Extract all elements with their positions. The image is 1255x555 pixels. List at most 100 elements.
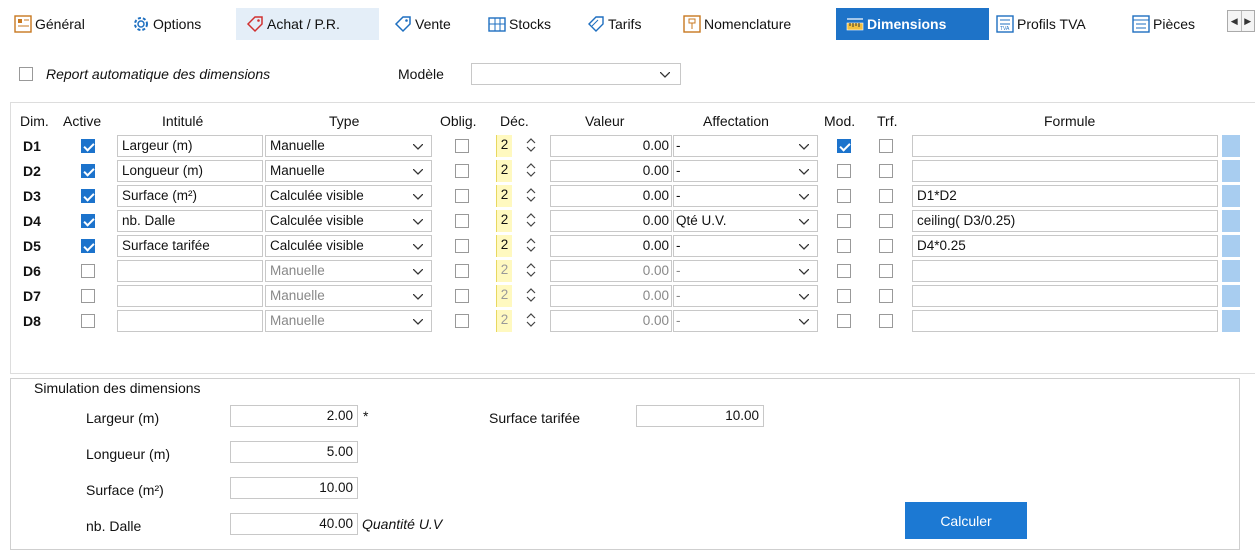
row-intitule-input[interactable] xyxy=(117,310,263,332)
row-type-select[interactable]: Manuelle xyxy=(265,310,432,332)
tab-achat[interactable]: Achat / P.R. xyxy=(236,8,379,40)
sim-nbdalle-input[interactable]: 40.00 xyxy=(230,513,358,535)
row-oblig-checkbox[interactable] xyxy=(455,239,469,253)
row-decimals-value[interactable]: 2 xyxy=(496,260,512,282)
row-affectation-select[interactable]: - xyxy=(673,260,818,282)
row-formule-edit-button[interactable] xyxy=(1222,260,1240,282)
row-formule-edit-button[interactable] xyxy=(1222,210,1240,232)
row-intitule-input[interactable]: Surface tarifée xyxy=(117,235,263,257)
row-valeur-input[interactable]: 0.00 xyxy=(550,310,672,332)
row-type-select[interactable]: Calculée visible xyxy=(265,210,432,232)
row-affectation-select[interactable]: - xyxy=(673,285,818,307)
row-trf-checkbox[interactable] xyxy=(879,139,893,153)
row-formule-edit-button[interactable] xyxy=(1222,285,1240,307)
row-oblig-checkbox[interactable] xyxy=(455,289,469,303)
row-formule-edit-button[interactable] xyxy=(1222,185,1240,207)
row-mod-checkbox[interactable] xyxy=(837,239,851,253)
row-formule-edit-button[interactable] xyxy=(1222,160,1240,182)
row-formule-edit-button[interactable] xyxy=(1222,235,1240,257)
row-decimals-value[interactable]: 2 xyxy=(496,210,512,232)
row-oblig-checkbox[interactable] xyxy=(455,164,469,178)
sim-largeur-input[interactable]: 2.00 xyxy=(230,405,358,427)
row-formule-input[interactable] xyxy=(912,160,1218,182)
modele-select[interactable] xyxy=(471,63,681,85)
calculer-button[interactable]: Calculer xyxy=(905,502,1027,539)
row-formule-input[interactable] xyxy=(912,260,1218,282)
row-oblig-checkbox[interactable] xyxy=(455,314,469,328)
row-decimals-value[interactable]: 2 xyxy=(496,285,512,307)
tab-pieces[interactable]: Pièces xyxy=(1132,8,1228,40)
spinner-updown-icon[interactable] xyxy=(526,188,536,202)
row-formule-input[interactable]: ceiling( D3/0.25) xyxy=(912,210,1218,232)
row-trf-checkbox[interactable] xyxy=(879,189,893,203)
row-mod-checkbox[interactable] xyxy=(837,189,851,203)
spinner-updown-icon[interactable] xyxy=(526,163,536,177)
row-valeur-input[interactable]: 0.00 xyxy=(550,185,672,207)
row-type-select[interactable]: Manuelle xyxy=(265,160,432,182)
row-active-checkbox[interactable] xyxy=(81,214,95,228)
row-active-checkbox[interactable] xyxy=(81,239,95,253)
row-trf-checkbox[interactable] xyxy=(879,239,893,253)
row-trf-checkbox[interactable] xyxy=(879,289,893,303)
row-trf-checkbox[interactable] xyxy=(879,314,893,328)
row-oblig-checkbox[interactable] xyxy=(455,189,469,203)
row-mod-checkbox[interactable] xyxy=(837,139,851,153)
row-mod-checkbox[interactable] xyxy=(837,264,851,278)
row-active-checkbox[interactable] xyxy=(81,289,95,303)
tab-scroll-right-icon[interactable]: ▶ xyxy=(1240,11,1255,31)
row-affectation-select[interactable]: - xyxy=(673,235,818,257)
row-decimals-value[interactable]: 2 xyxy=(496,235,512,257)
row-intitule-input[interactable]: Largeur (m) xyxy=(117,135,263,157)
spinner-updown-icon[interactable] xyxy=(526,263,536,277)
spinner-updown-icon[interactable] xyxy=(526,288,536,302)
row-valeur-input[interactable]: 0.00 xyxy=(550,210,672,232)
row-active-checkbox[interactable] xyxy=(81,264,95,278)
row-trf-checkbox[interactable] xyxy=(879,264,893,278)
row-decimals-value[interactable]: 2 xyxy=(496,135,512,157)
tab-dimensions[interactable]: Dimensions xyxy=(836,8,989,40)
spinner-updown-icon[interactable] xyxy=(526,138,536,152)
row-decimals-value[interactable]: 2 xyxy=(496,310,512,332)
row-active-checkbox[interactable] xyxy=(81,139,95,153)
row-formule-input[interactable] xyxy=(912,135,1218,157)
row-formule-edit-button[interactable] xyxy=(1222,310,1240,332)
row-formule-edit-button[interactable] xyxy=(1222,135,1240,157)
sim-surface-input[interactable]: 10.00 xyxy=(230,477,358,499)
row-formule-input[interactable]: D4*0.25 xyxy=(912,235,1218,257)
row-active-checkbox[interactable] xyxy=(81,164,95,178)
row-type-select[interactable]: Manuelle xyxy=(265,135,432,157)
row-valeur-input[interactable]: 0.00 xyxy=(550,285,672,307)
row-valeur-input[interactable]: 0.00 xyxy=(550,235,672,257)
tab-stocks[interactable]: Stocks xyxy=(488,8,573,40)
row-intitule-input[interactable]: nb. Dalle xyxy=(117,210,263,232)
row-affectation-select[interactable]: - xyxy=(673,135,818,157)
row-trf-checkbox[interactable] xyxy=(879,214,893,228)
spinner-updown-icon[interactable] xyxy=(526,313,536,327)
row-type-select[interactable]: Manuelle xyxy=(265,285,432,307)
row-oblig-checkbox[interactable] xyxy=(455,139,469,153)
tab-general[interactable]: Général xyxy=(14,8,124,40)
tab-scroll-left-icon[interactable]: ◀ xyxy=(1228,11,1241,31)
sim-longueur-input[interactable]: 5.00 xyxy=(230,441,358,463)
auto-report-checkbox[interactable] xyxy=(19,67,33,81)
row-intitule-input[interactable] xyxy=(117,260,263,282)
row-intitule-input[interactable] xyxy=(117,285,263,307)
row-valeur-input[interactable]: 0.00 xyxy=(550,260,672,282)
row-type-select[interactable]: Manuelle xyxy=(265,260,432,282)
row-trf-checkbox[interactable] xyxy=(879,164,893,178)
row-formule-input[interactable]: D1*D2 xyxy=(912,185,1218,207)
tab-profils-tva[interactable]: TVA Profils TVA xyxy=(996,8,1121,40)
sim-surface-tarifee-input[interactable]: 10.00 xyxy=(636,405,764,427)
row-type-select[interactable]: Calculée visible xyxy=(265,235,432,257)
row-mod-checkbox[interactable] xyxy=(837,214,851,228)
tab-nomenclature[interactable]: Nomenclature xyxy=(683,8,829,40)
row-affectation-select[interactable]: - xyxy=(673,310,818,332)
row-mod-checkbox[interactable] xyxy=(837,289,851,303)
row-intitule-input[interactable]: Longueur (m) xyxy=(117,160,263,182)
row-intitule-input[interactable]: Surface (m²) xyxy=(117,185,263,207)
row-type-select[interactable]: Calculée visible xyxy=(265,185,432,207)
tab-tarifs[interactable]: Tarifs xyxy=(587,8,672,40)
row-decimals-value[interactable]: 2 xyxy=(496,185,512,207)
tab-scroll-buttons[interactable]: ◀ ▶ xyxy=(1227,10,1255,32)
row-oblig-checkbox[interactable] xyxy=(455,264,469,278)
